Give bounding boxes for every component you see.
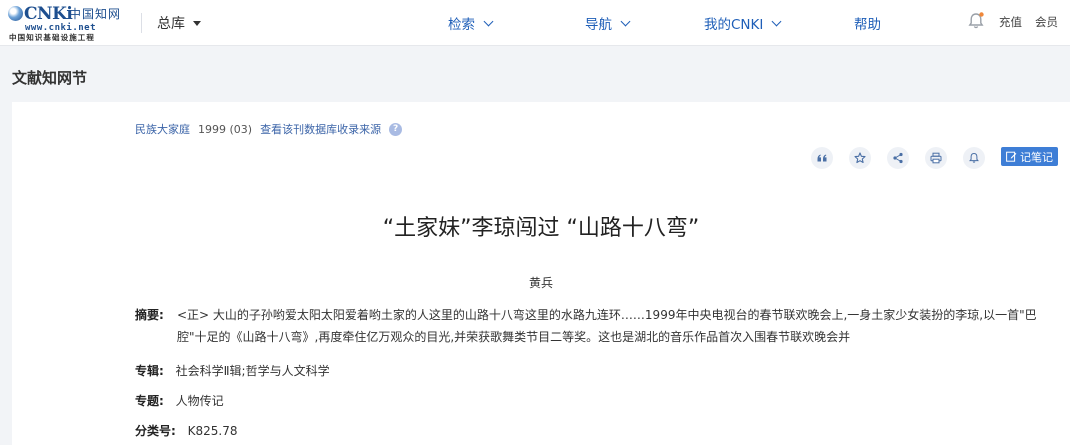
notification-bell-icon[interactable] — [966, 11, 986, 31]
classification-row: 分类号: K825.78 — [135, 420, 238, 442]
article-card: 民族大家庭 1999 (03) 查看该刊数据库收录来源 ? 记笔记 “土家妹”李… — [12, 102, 1070, 445]
chevron-down-icon — [483, 16, 494, 26]
chevron-down-icon — [771, 16, 782, 26]
nav-search-label: 检索 — [448, 17, 475, 33]
globe-icon — [8, 6, 23, 21]
special-value: 社会科学Ⅱ辑;哲学与人文科学 — [175, 364, 330, 378]
nav-my-cnki-label: 我的CNKI — [704, 17, 764, 33]
take-note-label: 记笔记 — [1020, 150, 1053, 164]
topic-row: 专题: 人物传记 — [135, 390, 224, 412]
database-selector[interactable]: 总库 — [157, 13, 201, 33]
special-row: 专辑: 社会科学Ⅱ辑;哲学与人文科学 — [135, 360, 330, 382]
special-label: 专辑: — [135, 364, 164, 378]
database-selector-label: 总库 — [157, 16, 185, 32]
logo-chinese-name: 中国知网 — [69, 7, 122, 21]
star-icon[interactable] — [849, 147, 871, 169]
nav-my-cnki[interactable]: 我的CNKI — [704, 13, 782, 33]
source-info-link[interactable]: 查看该刊数据库收录来源 — [260, 121, 381, 137]
bell-icon[interactable] — [963, 147, 985, 169]
journal-issue: 1999 (03) — [198, 122, 253, 136]
article-author[interactable]: 黄兵 — [12, 274, 1070, 291]
nav-help[interactable]: 帮助 — [854, 13, 881, 33]
article-toolbar — [811, 147, 985, 169]
nav-navigation[interactable]: 导航 — [585, 13, 631, 33]
cnki-logo[interactable]: CNKi 中国知网 www.cnki.net 中国知识基础设施工程 — [8, 4, 130, 42]
article-title: “土家妹”李琼闯过 “山路十八弯” — [382, 216, 700, 241]
recharge-link[interactable]: 充值 — [999, 14, 1022, 30]
logo-subtitle: 中国知识基础设施工程 — [9, 33, 95, 42]
member-link[interactable]: 会员 — [1035, 14, 1058, 30]
classification-label: 分类号: — [135, 424, 176, 438]
header-divider — [141, 13, 142, 33]
chevron-down-icon — [620, 16, 631, 26]
abstract-row: 摘要: <正> 大山的子孙哟爱太阳太阳爱着哟土家的人这里的山路十八弯这里的水路九… — [135, 304, 1065, 348]
help-question-icon[interactable]: ? — [389, 122, 403, 136]
abstract-text: <正> 大山的子孙哟爱太阳太阳爱着哟土家的人这里的山路十八弯这里的水路九连环……… — [177, 308, 1037, 344]
logo-mark: CNKi — [8, 4, 73, 24]
pencil-icon — [1006, 151, 1017, 162]
nav-navigation-label: 导航 — [585, 17, 612, 33]
page-title: 文献知网节 — [12, 69, 88, 87]
take-note-button[interactable]: 记笔记 — [1001, 147, 1058, 166]
topic-value: 人物传记 — [175, 394, 224, 408]
journal-link[interactable]: 民族大家庭 — [135, 121, 190, 137]
top-navigation: CNKi 中国知网 www.cnki.net 中国知识基础设施工程 总库 检索 … — [0, 0, 1070, 46]
share-icon[interactable] — [887, 147, 909, 169]
quote-icon[interactable] — [811, 147, 833, 169]
article-source: 民族大家庭 1999 (03) 查看该刊数据库收录来源 ? — [135, 121, 403, 137]
nav-search[interactable]: 检索 — [448, 13, 494, 33]
print-icon[interactable] — [925, 147, 947, 169]
classification-value: K825.78 — [187, 424, 238, 438]
caret-down-icon — [193, 20, 201, 26]
topic-label: 专题: — [135, 394, 164, 408]
abstract-label: 摘要: — [135, 308, 164, 322]
